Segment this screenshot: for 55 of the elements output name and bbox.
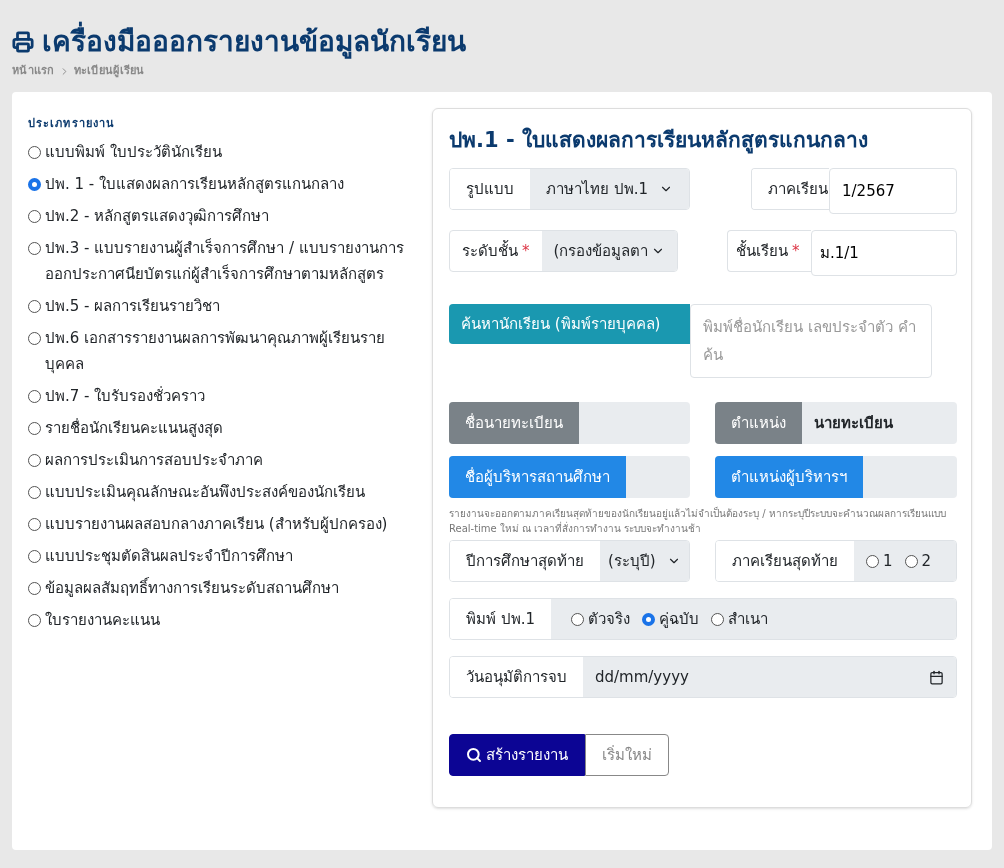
field-label: ภาคเรียน [752, 169, 829, 209]
radio-label[interactable]: ปพ.2 - หลักสูตรแสดงวุฒิการศึกษา [28, 203, 270, 229]
radio-label[interactable]: สำเนา [728, 607, 769, 631]
radio-button[interactable] [28, 581, 41, 595]
radio-button[interactable] [28, 177, 41, 191]
radio-label[interactable]: ปพ.6 เอกสารรายงานผลการพัฒนาคุณภาพผู้เรียนรายบุคคล [28, 325, 420, 377]
field-label: ชื่อนายทะเบียน [449, 402, 579, 444]
radio-button[interactable] [28, 485, 41, 499]
radio-label[interactable]: ตัวจริง [588, 607, 631, 631]
radio-label[interactable]: คู่ฉบับ [659, 607, 700, 631]
create-report-button[interactable]: สร้างรายงาน [449, 734, 585, 776]
radio-button[interactable] [28, 549, 41, 563]
radio-button[interactable] [28, 241, 41, 255]
radio-label[interactable]: ปพ.7 - ใบรับรองชั่วคราว [28, 383, 206, 409]
radio-label[interactable]: รายชื่อนักเรียนคะแนนสูงสุด [28, 415, 223, 441]
radio-label[interactable]: ข้อมูลผลสัมฤทธิ์ทางการเรียนระดับสถานศึกษา [28, 575, 339, 601]
radio-button[interactable] [28, 517, 41, 531]
radio-label[interactable]: ผลการประเมินการสอบประจำภาค [28, 447, 263, 473]
radio-label[interactable]: 1 [883, 549, 893, 573]
radio-label[interactable]: 2 [921, 549, 932, 573]
radio-label[interactable]: ใบรายงานคะแนน [28, 607, 160, 633]
radio-label[interactable]: แบบพิมพ์ ใบประวัตินักเรียน [28, 139, 222, 165]
radio-label[interactable]: ปพ.3 - แบบรายงานผู้สำเร็จการศึกษา / แบบรายงานการออกประกาศนียบัตรแก่ผู้สำเร็จการศึกษาตามหลักสูตร [28, 235, 420, 287]
radio-button[interactable] [571, 612, 585, 626]
form-title: ปพ.1 - ใบแสดงผลการเรียนหลักสูตรแกนกลาง [449, 126, 869, 156]
registrar-position-input[interactable]: นายทะเบียน [802, 402, 957, 444]
radio-button[interactable] [28, 299, 41, 313]
radio-button[interactable] [866, 554, 879, 568]
student-search-field[interactable]: พิมพ์ชื่อนักเรียน เลขประจำตัว คำค้น [690, 304, 932, 378]
radio-button[interactable] [28, 209, 41, 223]
radio-button[interactable] [28, 613, 41, 627]
radio-label[interactable]: ปพ.5 - ผลการเรียนรายวิชา [28, 293, 221, 319]
radio-button[interactable] [28, 421, 41, 435]
radio-label[interactable]: แบบประชุมตัดสินผลประจำปีการศึกษา [28, 543, 293, 569]
radio-label[interactable]: แบบประเมินคุณลักษณะอันพึงประสงค์ของนักเรียน [28, 479, 365, 505]
semester-input[interactable]: 1/2567 [829, 168, 957, 214]
radio-button[interactable] [711, 612, 725, 626]
radio-label[interactable]: ปพ. 1 - ใบแสดงผลการเรียนหลักสูตรแกนกลาง [28, 171, 345, 197]
classroom-input[interactable]: ม.1/1 [811, 230, 957, 276]
note-text: รายงานจะออกตามภาคเรียนสุดท้ายของนักเรียนอยู่แล้วไม่จำเป็นต้องระบุ / หากระบุปีระบบจะคำนวณผลการเรียนแบบ Real-time ใหม่ ณ เวลาที่สั่งการทำงาน ระบบจะทำงานช้า [449, 506, 947, 536]
radio-button[interactable] [904, 554, 918, 568]
field-label: ตำแหน่ง [715, 402, 802, 444]
radio-label[interactable]: แบบรายงานผลสอบกลางภาคเรียน (สำหรับผู้ปกครอง) [28, 511, 388, 537]
field-label: ชื่อผู้บริหารสถานศึกษา [449, 456, 626, 498]
reset-button[interactable]: เริ่มใหม่ [585, 734, 669, 776]
search-icon [466, 747, 482, 763]
radio-button[interactable] [28, 331, 41, 345]
radio-button[interactable] [28, 453, 41, 467]
radio-button[interactable] [28, 145, 41, 159]
field-label: ชั้นเรียน * [735, 239, 801, 262]
radio-button[interactable] [28, 389, 41, 403]
section-label: ประเภทรายงาน [28, 115, 117, 132]
field-label: ตำแหน่งผู้บริหารฯ [715, 456, 863, 498]
radio-button[interactable] [642, 612, 656, 626]
printer-icon [12, 30, 34, 53]
